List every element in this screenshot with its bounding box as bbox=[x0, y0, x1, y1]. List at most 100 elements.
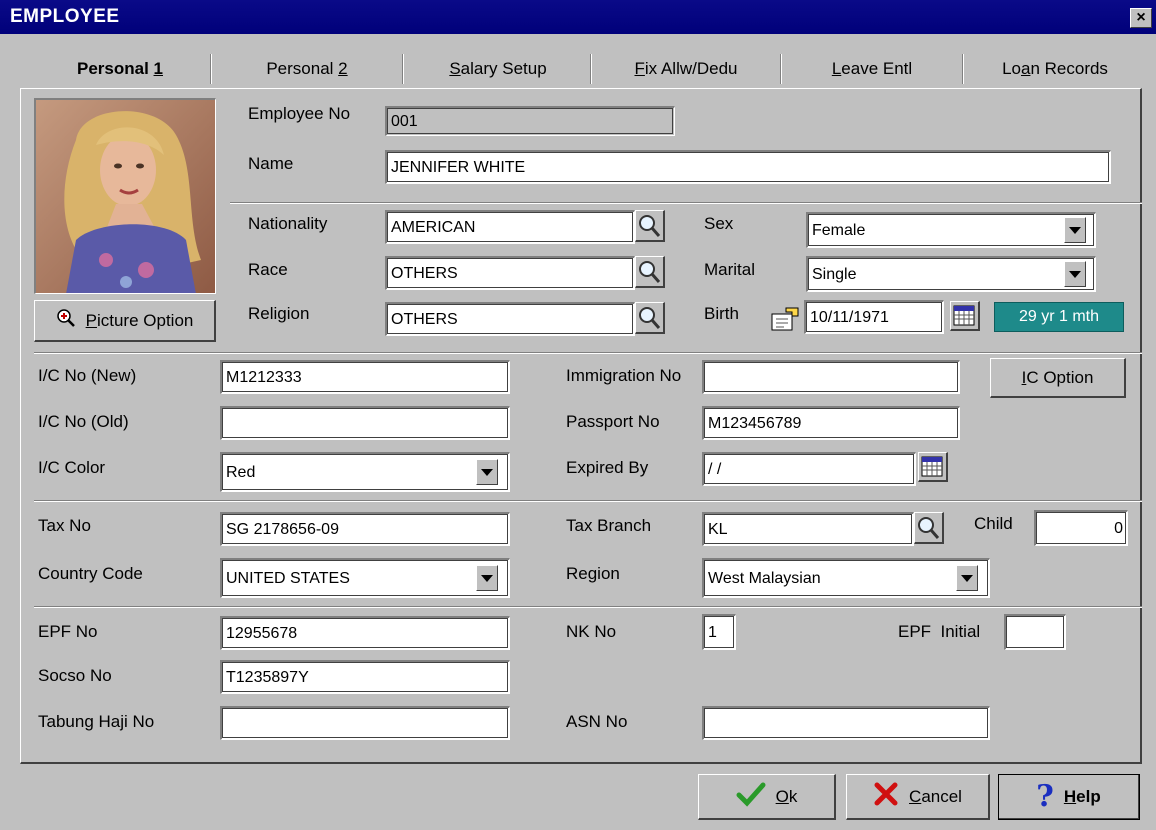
divider bbox=[230, 202, 1142, 203]
country-code-select[interactable]: UNITED STATES bbox=[220, 558, 510, 598]
epf-no-field[interactable]: 12955678 bbox=[220, 616, 510, 650]
ic-new-field[interactable]: M1212333 bbox=[220, 360, 510, 394]
socso-no-label: Socso No bbox=[38, 666, 112, 685]
religion-field[interactable]: OTHERS bbox=[385, 302, 635, 336]
tab-mnemonic: 1 bbox=[153, 59, 163, 78]
question-icon: ? bbox=[1036, 779, 1054, 814]
close-button[interactable]: × bbox=[1130, 8, 1152, 28]
epf-no-label: EPF No bbox=[38, 622, 98, 641]
tab-mnemonic: 2 bbox=[338, 59, 348, 78]
ic-color-label: I/C Color bbox=[38, 458, 106, 477]
tax-no-field[interactable]: SG 2178656-09 bbox=[220, 512, 510, 546]
employee-no-field[interactable]: 001 bbox=[385, 106, 675, 136]
tab-personal-1[interactable]: Personal 1 bbox=[40, 52, 200, 86]
name-field[interactable]: JENNIFER WHITE bbox=[385, 150, 1111, 184]
tax-branch-label: Tax Branch bbox=[566, 516, 652, 535]
check-icon bbox=[736, 781, 766, 812]
tax-branch-field[interactable]: KL bbox=[702, 512, 914, 546]
chevron-down-icon bbox=[1069, 270, 1081, 278]
socso-no-field[interactable]: T1235897Y bbox=[220, 660, 510, 694]
ic-color-select[interactable]: Red bbox=[220, 452, 510, 492]
ic-color-dropdown-button[interactable] bbox=[476, 459, 498, 485]
country-code-dropdown-button[interactable] bbox=[476, 565, 498, 591]
label-rest: icture Option bbox=[96, 310, 194, 330]
region-label: Region bbox=[566, 564, 620, 583]
mnemonic: H bbox=[1063, 786, 1077, 806]
label-rest: ancel bbox=[921, 786, 962, 806]
ic-old-label: I/C No (Old) bbox=[38, 412, 129, 431]
nk-no-label: NK No bbox=[566, 622, 617, 641]
search-icon bbox=[636, 215, 664, 245]
cross-icon bbox=[873, 781, 899, 812]
chevron-down-icon bbox=[961, 574, 973, 582]
tab-label: ix Allw/Dedu bbox=[644, 59, 738, 78]
mnemonic: P bbox=[85, 310, 97, 330]
birth-label: Birth bbox=[704, 304, 739, 323]
tab-label: alary Setup bbox=[460, 59, 547, 78]
label-rest: k bbox=[788, 786, 798, 806]
ic-new-label: I/C No (New) bbox=[38, 366, 137, 385]
religion-label: Religion bbox=[248, 304, 310, 323]
tab-divider bbox=[962, 54, 963, 84]
sex-select[interactable]: Female bbox=[806, 212, 1096, 248]
tab-label: Lo bbox=[1002, 59, 1021, 78]
ic-option-button[interactable]: IC Option bbox=[990, 358, 1126, 398]
child-field[interactable]: 0 bbox=[1034, 510, 1128, 546]
race-lookup-button[interactable] bbox=[635, 256, 665, 288]
employee-no-label: Employee No bbox=[248, 104, 351, 123]
label-rest: elp bbox=[1076, 786, 1101, 806]
mnemonic: C bbox=[909, 786, 922, 806]
tax-branch-lookup-button[interactable] bbox=[914, 512, 944, 544]
marital-label: Marital bbox=[704, 260, 756, 279]
tab-fix-allw-dedu[interactable]: Fix Allw/Dedu bbox=[596, 52, 776, 86]
birth-date-field[interactable]: 10/11/1971 bbox=[804, 300, 944, 334]
nk-no-field[interactable]: 1 bbox=[702, 614, 736, 650]
immigration-no-label: Immigration No bbox=[566, 366, 682, 385]
marital-dropdown-button[interactable] bbox=[1064, 261, 1086, 287]
tab-leave-entl[interactable]: Leave Entl bbox=[786, 52, 958, 86]
name-label: Name bbox=[248, 154, 294, 173]
expired-by-calendar-button[interactable] bbox=[918, 452, 948, 482]
help-label: Help bbox=[1064, 787, 1101, 807]
tab-divider bbox=[402, 54, 403, 84]
tab-mnemonic: L bbox=[831, 59, 842, 78]
passport-no-label: Passport No bbox=[566, 412, 660, 431]
age-badge: 29 yr 1 mth bbox=[994, 302, 1124, 332]
religion-lookup-button[interactable] bbox=[635, 302, 665, 334]
marital-select[interactable]: Single bbox=[806, 256, 1096, 292]
passport-no-field[interactable]: M123456789 bbox=[702, 406, 960, 440]
epf-initial-label: EPF Initial bbox=[898, 622, 981, 641]
sex-label: Sex bbox=[704, 214, 734, 233]
tabung-haji-no-field[interactable] bbox=[220, 706, 510, 740]
birth-lookup-icon[interactable] bbox=[770, 306, 800, 337]
expired-by-field[interactable]: / / bbox=[702, 452, 916, 486]
tab-personal-2[interactable]: Personal 2 bbox=[218, 52, 396, 86]
search-icon bbox=[636, 307, 664, 337]
ic-option-label: IC Option bbox=[1022, 368, 1094, 388]
country-code-label: Country Code bbox=[38, 564, 143, 583]
expired-by-label: Expired By bbox=[566, 458, 649, 477]
ic-old-field[interactable] bbox=[220, 406, 510, 440]
immigration-no-field[interactable] bbox=[702, 360, 960, 394]
sex-dropdown-button[interactable] bbox=[1064, 217, 1086, 243]
help-button[interactable]: ? Help bbox=[998, 774, 1140, 820]
picture-option-button[interactable]: Picture Option bbox=[34, 300, 216, 342]
tab-loan-records[interactable]: Loan Records bbox=[968, 52, 1142, 86]
birth-calendar-button[interactable] bbox=[950, 301, 980, 331]
nationality-field[interactable]: AMERICAN bbox=[385, 210, 635, 244]
asn-no-field[interactable] bbox=[702, 706, 990, 740]
tax-no-label: Tax No bbox=[38, 516, 91, 535]
region-select[interactable]: West Malaysian bbox=[702, 558, 990, 598]
region-dropdown-button[interactable] bbox=[956, 565, 978, 591]
employee-photo bbox=[34, 98, 216, 294]
tab-salary-setup[interactable]: Salary Setup bbox=[410, 52, 586, 86]
chevron-down-icon bbox=[1069, 226, 1081, 234]
divider bbox=[34, 606, 1142, 607]
nationality-lookup-button[interactable] bbox=[635, 210, 665, 242]
ok-button[interactable]: Ok bbox=[698, 774, 836, 820]
epf-initial-field[interactable] bbox=[1004, 614, 1066, 650]
child-label: Child bbox=[974, 514, 1013, 533]
cancel-button[interactable]: Cancel bbox=[846, 774, 990, 820]
race-label: Race bbox=[248, 260, 288, 279]
race-field[interactable]: OTHERS bbox=[385, 256, 635, 290]
